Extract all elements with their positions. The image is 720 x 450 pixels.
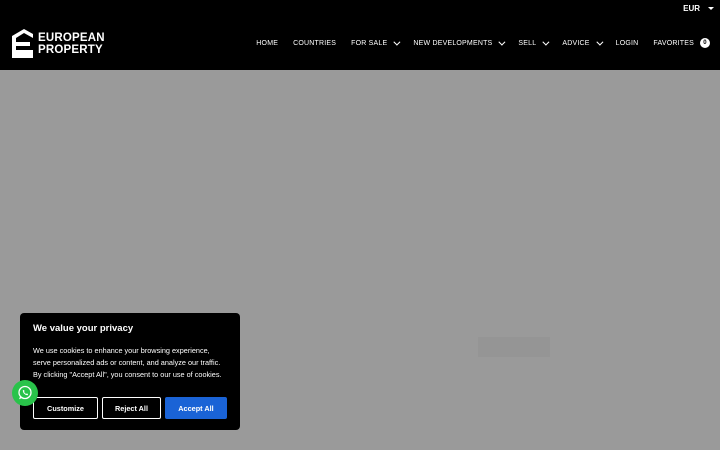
accept-all-button[interactable]: Accept All <box>165 397 227 419</box>
cookie-consent-banner: We value your privacy We use cookies to … <box>20 313 240 430</box>
european-property-logo-icon <box>12 29 33 58</box>
currency-selector[interactable]: EUR <box>683 4 714 13</box>
chevron-down-icon <box>596 38 604 46</box>
cookie-description: We use cookies to enhance your browsing … <box>33 346 222 379</box>
logo-line-2: PROPERTY <box>38 43 103 56</box>
cookie-title: We value your privacy <box>33 323 134 334</box>
nav-label: LOGIN <box>615 39 639 47</box>
hero-title-obscured <box>175 232 395 260</box>
hero-button-obscured <box>478 337 550 357</box>
whatsapp-chat-button[interactable] <box>12 380 38 406</box>
nav-item-new-developments[interactable]: NEW DEVELOPMENTS <box>413 38 506 47</box>
site-header: EUR EUROPEAN PROPERTY HOME COUNTRIES FOR… <box>0 0 720 70</box>
logo-text: EUROPEAN PROPERTY <box>38 32 105 56</box>
caret-down-icon <box>708 7 714 10</box>
chevron-down-icon <box>498 38 506 46</box>
logo-line-1: EUROPEAN <box>38 31 105 44</box>
main-nav: HOME COUNTRIES FOR SALE NEW DEVELOPMENTS… <box>256 38 710 48</box>
page: EUR EUROPEAN PROPERTY HOME COUNTRIES FOR… <box>0 0 720 450</box>
site-logo[interactable]: EUROPEAN PROPERTY <box>10 28 105 59</box>
chevron-down-icon <box>542 38 550 46</box>
nav-label: SELL <box>518 39 537 47</box>
nav-label: HOME <box>256 39 279 47</box>
nav-label: FAVORITES <box>653 39 694 47</box>
nav-item-favorites[interactable]: FAVORITES 0 <box>653 38 710 48</box>
chevron-down-icon <box>393 38 401 46</box>
currency-label: EUR <box>683 4 700 13</box>
nav-label: FOR SALE <box>351 39 388 47</box>
nav-label: ADVICE <box>562 39 590 47</box>
customize-button[interactable]: Customize <box>33 397 98 419</box>
reject-all-button[interactable]: Reject All <box>102 397 161 419</box>
nav-item-home[interactable]: HOME <box>256 40 278 47</box>
nav-item-login[interactable]: LOGIN <box>616 40 639 47</box>
whatsapp-icon <box>18 385 32 400</box>
cookie-buttons: Customize Reject All Accept All <box>33 397 227 419</box>
favorites-count-badge: 0 <box>700 38 710 48</box>
nav-item-countries[interactable]: COUNTRIES <box>293 40 336 47</box>
nav-label: NEW DEVELOPMENTS <box>413 39 493 47</box>
nav-label: COUNTRIES <box>293 39 337 47</box>
nav-item-sell[interactable]: SELL <box>518 38 550 47</box>
nav-item-for-sale[interactable]: FOR SALE <box>351 38 401 47</box>
nav-item-advice[interactable]: ADVICE <box>562 38 604 47</box>
